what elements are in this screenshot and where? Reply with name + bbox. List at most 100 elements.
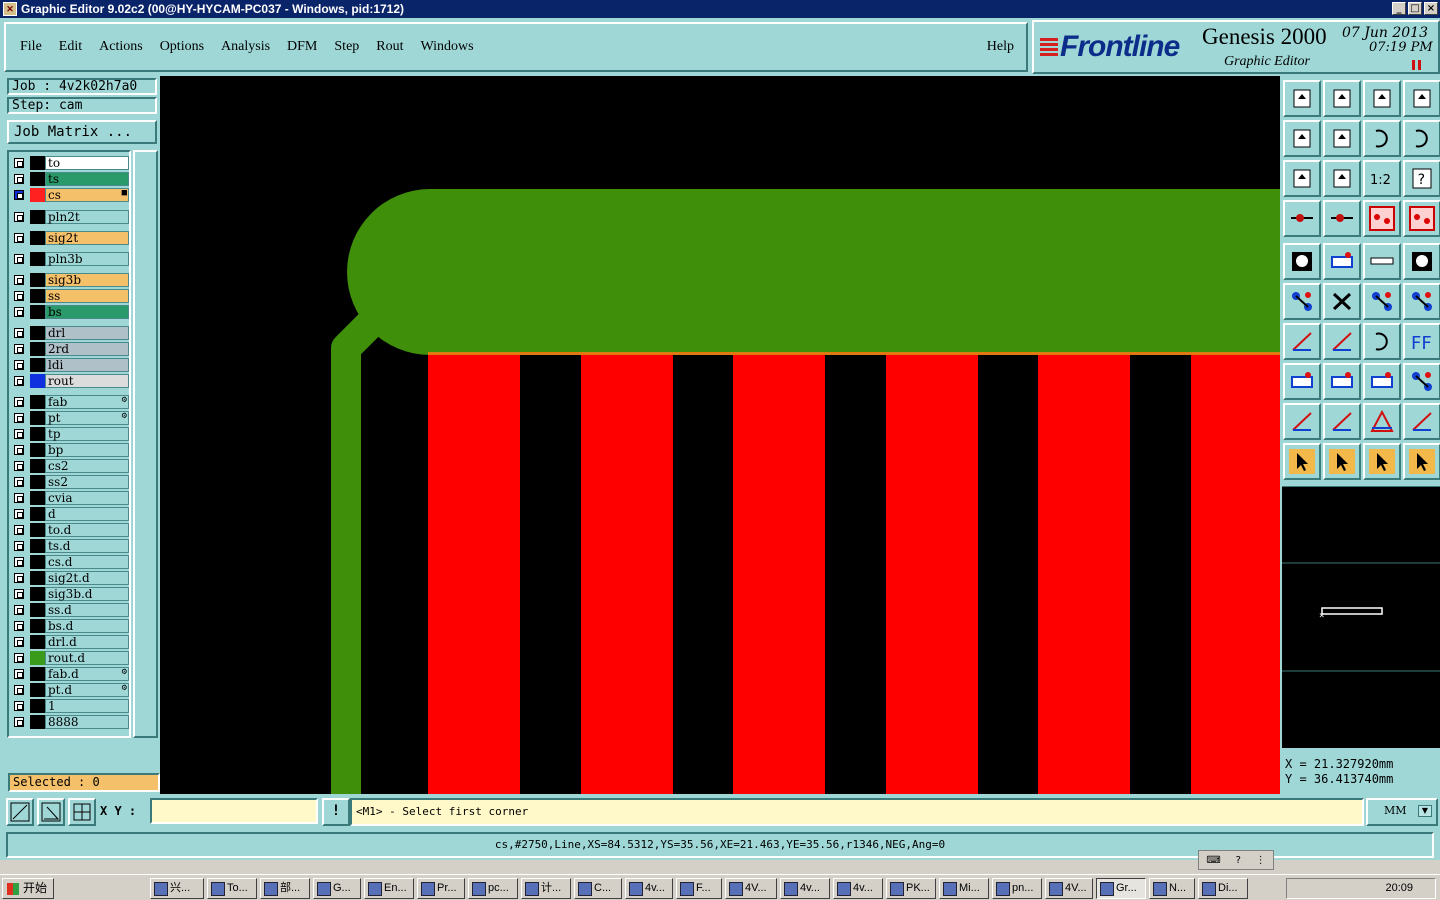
layer-color-swatch[interactable] (30, 252, 45, 266)
menu-options[interactable]: Options (160, 39, 204, 55)
layer-checkbox[interactable] (14, 717, 24, 727)
line-button[interactable] (1323, 323, 1361, 360)
layer-row[interactable]: bs.d (11, 619, 129, 633)
taskbar-item[interactable]: 4v... (780, 878, 830, 899)
layer-checkbox[interactable] (14, 174, 24, 184)
layer-name[interactable]: pln2t (45, 210, 129, 224)
layer-red2-button[interactable] (1403, 200, 1440, 237)
layer-color-swatch[interactable] (30, 587, 45, 601)
layer-checkbox[interactable] (14, 291, 24, 301)
node-move-button[interactable] (1403, 283, 1440, 320)
layer-color-swatch[interactable] (30, 491, 45, 505)
layer-name[interactable]: cs2 (45, 459, 129, 473)
layer-color-swatch[interactable] (30, 273, 45, 287)
layer-color-swatch[interactable] (30, 374, 45, 388)
layer-color-swatch[interactable] (30, 427, 45, 441)
layer-row[interactable]: drl.d (11, 635, 129, 649)
layer-name[interactable]: drl (45, 326, 129, 340)
layer-name[interactable]: cvia (45, 491, 129, 505)
layer-color-swatch[interactable] (30, 619, 45, 633)
graphic-canvas[interactable] (160, 76, 1280, 794)
pointer-box-button[interactable] (1323, 443, 1361, 480)
red-finger-5[interactable] (1038, 355, 1130, 794)
layer-name[interactable]: cs (45, 188, 129, 202)
layer-color-swatch[interactable] (30, 683, 45, 697)
layer-name[interactable]: bp (45, 443, 129, 457)
layer-checkbox[interactable] (14, 328, 24, 338)
pointer-diamond-button[interactable] (1363, 443, 1401, 480)
layer-row[interactable]: cs.d (11, 555, 129, 569)
menu-actions[interactable]: Actions (99, 39, 143, 55)
text-button[interactable]: FF (1403, 323, 1440, 360)
select-feature-button[interactable] (1283, 243, 1321, 280)
angle-button[interactable] (1283, 323, 1321, 360)
units-select[interactable]: MM ▼ (1366, 798, 1438, 826)
layer-row[interactable]: cs ■ (11, 188, 129, 202)
group-button[interactable] (1403, 363, 1440, 400)
taskbar-item[interactable]: Pr... (417, 878, 465, 899)
layer-checkbox[interactable] (14, 637, 24, 647)
menu-help[interactable]: Help (987, 39, 1014, 55)
taskbar-item[interactable]: 计... (521, 878, 571, 899)
layer-checkbox[interactable] (14, 557, 24, 567)
layer-color-swatch[interactable] (30, 443, 45, 457)
layer-color-swatch[interactable] (30, 342, 45, 356)
layer-row[interactable]: to.d (11, 523, 129, 537)
taskbar-item[interactable]: G... (313, 878, 361, 899)
layer-color-swatch[interactable] (30, 326, 45, 340)
taskbar-item[interactable]: 4v... (625, 878, 673, 899)
layer-color-swatch[interactable] (30, 635, 45, 649)
layer-row[interactable]: ts (11, 172, 129, 186)
layer-row[interactable]: d (11, 507, 129, 521)
layer-name[interactable]: to (45, 156, 129, 170)
layer-row[interactable]: pt ⚙ (11, 411, 129, 425)
layer-checkbox[interactable] (14, 254, 24, 264)
layer-name[interactable]: pt.d (45, 683, 129, 697)
layer-color-swatch[interactable] (30, 156, 45, 170)
layer-row[interactable]: cs2 (11, 459, 129, 473)
layer-name[interactable]: drl.d (45, 635, 129, 649)
redraw-button[interactable] (1403, 120, 1440, 157)
layer-checkbox[interactable] (14, 413, 24, 423)
layer-checkbox[interactable] (14, 344, 24, 354)
query-button[interactable]: ? (1403, 160, 1440, 197)
layer-color-swatch[interactable] (30, 305, 45, 319)
pan-right-button[interactable] (1323, 120, 1361, 157)
layer-name[interactable]: ts (45, 172, 129, 186)
menu-step[interactable]: Step (334, 39, 359, 55)
layer-row[interactable]: rout.d (11, 651, 129, 665)
taskbar-item[interactable]: pn... (992, 878, 1042, 899)
layer-color-swatch[interactable] (30, 651, 45, 665)
node-button[interactable] (1363, 283, 1401, 320)
taskbar-item[interactable]: 4V... (1045, 878, 1093, 899)
menu-file[interactable]: File (20, 39, 42, 55)
layer-color-swatch[interactable] (30, 555, 45, 569)
resize-button[interactable] (6, 798, 34, 826)
layer-checkbox[interactable] (14, 621, 24, 631)
layer-color-swatch[interactable] (30, 523, 45, 537)
layer-checkbox[interactable] (14, 701, 24, 711)
connect-button[interactable] (1283, 283, 1321, 320)
layer-checkbox[interactable] (14, 509, 24, 519)
home-top-button[interactable] (1283, 80, 1321, 117)
chevron-down-icon[interactable]: ▼ (1418, 805, 1432, 817)
layer-checkbox[interactable] (14, 605, 24, 615)
layer-checkbox[interactable] (14, 461, 24, 471)
layer-row[interactable]: 8888 (11, 715, 129, 729)
layer-list-scrollbar[interactable] (133, 150, 158, 738)
ruler-button[interactable] (1363, 243, 1401, 280)
layer-color-swatch[interactable] (30, 667, 45, 681)
layer-row[interactable]: drl (11, 326, 129, 340)
layer-color-swatch[interactable] (30, 571, 45, 585)
triangle-outline-button[interactable] (1323, 403, 1361, 440)
layer-row[interactable]: sig2t.d (11, 571, 129, 585)
taskbar-item[interactable]: N... (1149, 878, 1195, 899)
layer-color-swatch[interactable] (30, 289, 45, 303)
route-button[interactable] (1403, 443, 1440, 480)
layer-name[interactable]: ts.d (45, 539, 129, 553)
layer-color-swatch[interactable] (30, 358, 45, 372)
menu-analysis[interactable]: Analysis (221, 39, 270, 55)
layer-name[interactable]: sig3b.d (45, 587, 129, 601)
layer-name[interactable]: bs.d (45, 619, 129, 633)
layer-row[interactable]: cvia (11, 491, 129, 505)
